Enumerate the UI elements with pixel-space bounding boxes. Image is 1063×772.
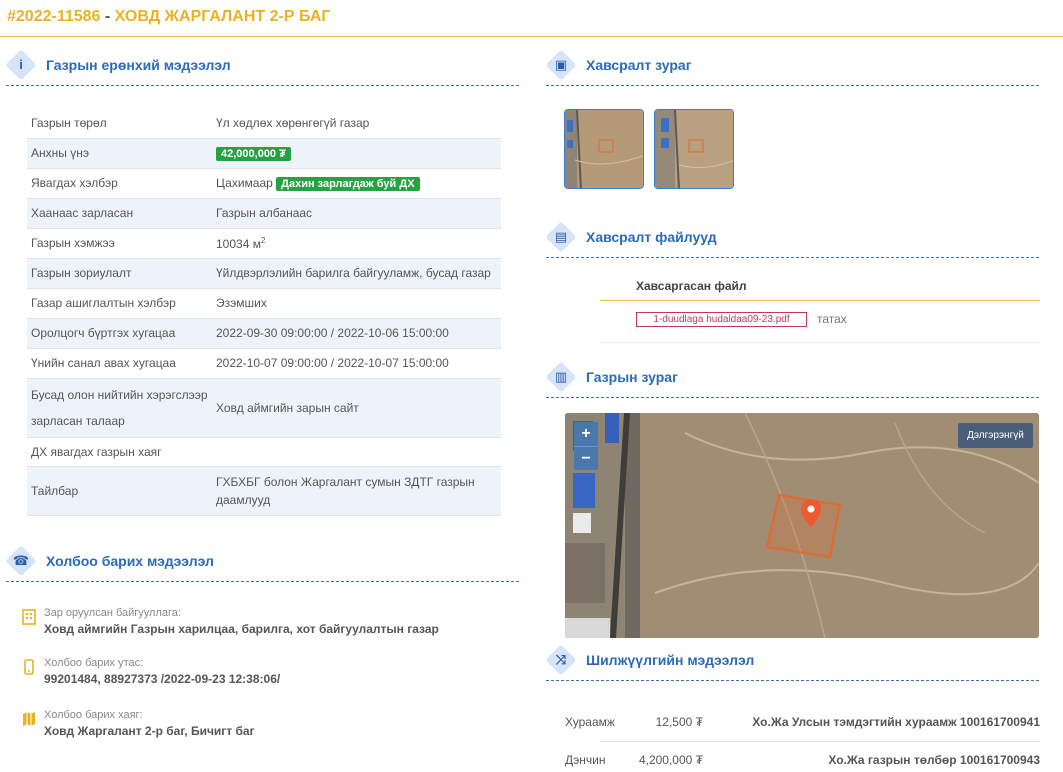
transfer-amount: 4,200,000 ₮ (638, 753, 703, 767)
shuffle-icon: ⤨ (545, 644, 577, 676)
files-divider (600, 300, 1040, 301)
transfer-amount: 12,500 ₮ (655, 715, 703, 729)
row-value: ГХБХБГ болон Жаргалант сумын ЗДТГ газрын… (212, 466, 501, 516)
contact-org-value: Ховд аймгийн Газрын харилцаа, барилга, х… (44, 622, 439, 636)
map-icon: ▥ (545, 361, 577, 393)
contact-address-label: Холбоо барих хаяг: (44, 709, 143, 721)
unit-exponent: 2 (260, 235, 266, 245)
row-value: Эзэмших (212, 288, 501, 319)
transfer-description: Хо.Жа Улсын тэмдэгтийн хураамж 100161700… (752, 715, 1040, 729)
contact-phone-value: 99201484, 88927373 /2022-09-23 12:38:06/ (44, 672, 281, 686)
row-value: Үл хөдлөх хөрөнгөгүй газар (212, 108, 501, 139)
image-section-title: Хавсралт зураг (586, 57, 692, 73)
attachment-thumbnail-2[interactable] (654, 109, 734, 189)
attachment-thumbnail-1[interactable] (564, 109, 644, 189)
contact-org-label: Зар оруулсан байгууллага: (44, 607, 181, 619)
satellite-thumbnail (655, 110, 733, 188)
map-detail-button[interactable]: Дэлгэрэнгүй (958, 423, 1033, 448)
table-row: Газар ашиглалтын хэлбэр Эзэмших (27, 288, 501, 319)
satellite-thumbnail (565, 110, 643, 188)
general-info-title: Газрын ерөнхий мэдээлэл (46, 57, 231, 73)
attachment-file-link[interactable]: 1-duudlaga hudaldaa09-23.pdf (636, 312, 807, 327)
row-key: Оролцогч бүртгэх хугацаа (27, 318, 212, 349)
row-value: 2022-09-30 09:00:00 / 2022-10-06 15:00:0… (212, 318, 501, 349)
table-row: Газрын төрөл Үл хөдлөх хөрөнгөгүй газар (27, 108, 501, 139)
row-value: 2022-10-07 09:00:00 / 2022-10-07 15:00:0… (212, 348, 501, 379)
row-value: Ховд аймгийн зарын сайт (212, 378, 501, 438)
general-info-table: Газрын төрөл Үл хөдлөх хөрөнгөгүй газар … (27, 108, 501, 516)
row-key: Газрын хэмжээ (27, 228, 212, 259)
row-value: Үйлдвэрлэлийн барилга байгууламж, бусад … (212, 258, 501, 289)
phone-icon: ☎ (5, 545, 37, 577)
row-key: Газар ашиглалтын хэлбэр (27, 288, 212, 319)
row-key: Үнийн санал авах хугацаа (27, 348, 212, 379)
file-icon: ▤ (545, 221, 577, 253)
table-row: Үнийн санал авах хугацаа 2022-10-07 09:0… (27, 348, 501, 379)
row-key: Анхны үнэ (27, 138, 212, 169)
image-section-header: ▣ Хавсралт зураг (545, 49, 1039, 86)
table-row: Анхны үнэ 42,000,000 ₮ (27, 138, 501, 169)
row-key: Тайлбар (27, 466, 212, 516)
row-value: Газрын албанаас (212, 198, 501, 229)
map-pin-icon (23, 712, 35, 726)
contact-info-title: Холбоо барих мэдээлэл (46, 553, 214, 569)
listing-name: ХОВД ЖАРГАЛАНТ 2-Р БАГ (114, 8, 331, 25)
contact-info-header: ☎ Холбоо барих мэдээлэл (5, 545, 519, 582)
row-key: Газрын төрөл (27, 108, 212, 139)
contact-address-value: Ховд Жаргалант 2-р баг, Бичигт баг (44, 724, 255, 738)
zoom-out-button[interactable]: − (574, 446, 598, 470)
page-header: #2022-11586 - ХОВД ЖАРГАЛАНТ 2-Р БАГ (0, 0, 1063, 37)
listing-number: #2022-11586 (7, 8, 101, 25)
price-badge: 42,000,000 ₮ (216, 146, 291, 161)
status-badge: Дахин зарлагдаж буй ДХ (276, 176, 420, 191)
row-key: Явагдах хэлбэр (27, 168, 212, 199)
transfer-description: Хо.Жа газрын төлбөр 100161700943 (828, 753, 1040, 767)
table-row: Газрын зориулалт Үйлдвэрлэлийн барилга б… (27, 258, 501, 289)
row-key: Бусад олон нийтийн хэрэгслээр зарласан т… (27, 378, 212, 438)
contact-phone-label: Холбоо барих утас: (44, 657, 144, 669)
image-icon: ▣ (545, 49, 577, 81)
info-icon: i (5, 49, 37, 81)
table-row: ДХ явагдах газрын хаяг (27, 437, 501, 467)
map-section-title: Газрын зураг (586, 369, 678, 385)
mobile-icon (24, 659, 34, 675)
row-value (212, 437, 501, 467)
row-key: Газрын зориулалт (27, 258, 212, 289)
map-section-header: ▥ Газрын зураг (545, 361, 1039, 398)
transfer-section-header: ⤨ Шилжүүлгийн мэдээлэл (545, 644, 1039, 681)
download-link[interactable]: татах (817, 312, 847, 326)
row-key: ДХ явагдах газрын хаяг (27, 437, 212, 467)
row-value: Цахимаар (216, 175, 273, 190)
table-row: Тайлбар ГХБХБГ болон Жаргалант сумын ЗДТ… (27, 466, 501, 516)
table-row: Явагдах хэлбэр Цахимаар Дахин зарлагдаж … (27, 168, 501, 199)
transfer-section-title: Шилжүүлгийн мэдээлэл (586, 652, 755, 668)
building-icon (22, 609, 36, 625)
files-section-header: ▤ Хавсралт файлууд (545, 221, 1039, 258)
transfer-divider (600, 741, 1040, 742)
zoom-in-button[interactable]: + (574, 422, 598, 446)
table-row: Оролцогч бүртгэх хугацаа 2022-09-30 09:0… (27, 318, 501, 349)
transfer-name: Хураамж (565, 715, 615, 729)
page-title: #2022-11586 - ХОВД ЖАРГАЛАНТ 2-Р БАГ (7, 8, 330, 26)
files-column-header: Хавсаргасан файл (636, 279, 747, 293)
table-row: Бусад олон нийтийн хэрэгслээр зарласан т… (27, 378, 501, 438)
general-info-header: i Газрын ерөнхий мэдээлэл (5, 49, 519, 86)
files-section-title: Хавсралт файлууд (586, 229, 717, 245)
zoom-control: + − (574, 422, 598, 470)
title-separator: - (100, 8, 115, 25)
files-bottom-divider (600, 342, 1040, 343)
table-row: Хаанаас зарласан Газрын албанаас (27, 198, 501, 229)
row-key: Хаанаас зарласан (27, 198, 212, 229)
transfer-name: Дэнчин (565, 753, 606, 767)
row-value: 10034 м (216, 236, 261, 251)
table-row: Газрын хэмжээ 10034 м2 (27, 228, 501, 259)
